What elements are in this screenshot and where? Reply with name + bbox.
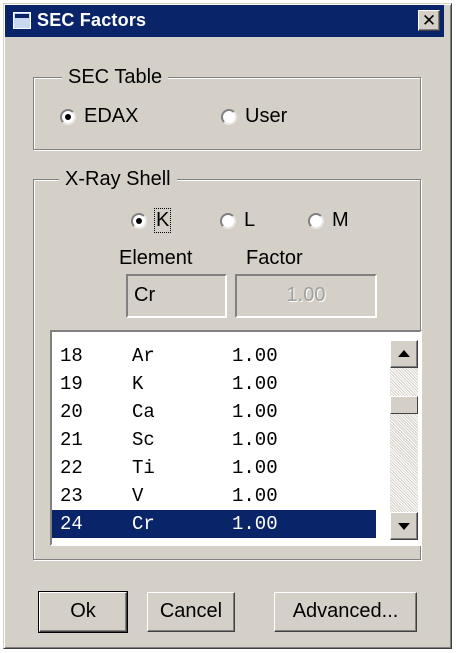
radio-user-label: User xyxy=(245,105,288,127)
list-item[interactable]: 20 Ca 1.00 xyxy=(52,398,376,426)
cancel-button[interactable]: Cancel xyxy=(147,592,235,632)
arrow-down-icon xyxy=(398,523,410,530)
list-item[interactable]: 23 V 1.00 xyxy=(52,482,376,510)
radio-shell-l[interactable]: L xyxy=(220,209,255,232)
window-title: SEC Factors xyxy=(37,10,147,30)
row-factor: 1.00 xyxy=(232,345,278,367)
radio-shell-l-indicator[interactable] xyxy=(220,212,236,229)
list-item[interactable]: 21 Sc 1.00 xyxy=(52,426,376,454)
advanced-button[interactable]: Advanced... xyxy=(274,592,417,632)
close-button[interactable]: ✕ xyxy=(418,10,440,31)
scroll-thumb[interactable] xyxy=(390,396,418,414)
row-element-symbol: Ti xyxy=(132,457,155,479)
row-element-symbol: Sc xyxy=(132,429,155,451)
row-atomic-number: 19 xyxy=(60,373,83,395)
title-bar[interactable]: SEC Factors ✕ xyxy=(5,5,444,37)
row-factor: 1.00 xyxy=(232,457,278,479)
radio-user-indicator[interactable] xyxy=(221,108,237,125)
row-element-symbol: Ar xyxy=(132,345,155,367)
list-item[interactable]: 18 Ar 1.00 xyxy=(52,342,376,370)
list-item[interactable]: 24 Cr 1.00 xyxy=(52,510,376,538)
row-factor: 1.00 xyxy=(232,401,278,423)
radio-edax-indicator[interactable] xyxy=(60,108,76,125)
row-factor: 1.00 xyxy=(232,485,278,507)
row-element-symbol: Cr xyxy=(132,513,155,535)
radio-shell-l-label: L xyxy=(244,209,256,231)
row-element-symbol: K xyxy=(132,373,144,395)
radio-shell-k-label: K xyxy=(153,208,172,233)
radio-shell-k-indicator[interactable] xyxy=(131,212,147,229)
row-atomic-number: 24 xyxy=(60,513,83,535)
list-item[interactable]: 22 Ti 1.00 xyxy=(52,454,376,482)
element-column-label: Element xyxy=(119,247,193,269)
radio-shell-m-indicator[interactable] xyxy=(308,212,324,229)
factor-field: 1.00 xyxy=(235,274,377,318)
element-field[interactable]: Cr xyxy=(126,274,227,318)
row-atomic-number: 20 xyxy=(60,401,83,423)
sec-factors-dialog: SEC Factors ✕ SEC Table EDAX User X-Ray … xyxy=(3,3,452,649)
element-listbox[interactable]: 18 Ar 1.00 19 K 1.00 20 Ca 1.00 21 Sc 1.00 22 Ti 1.00 2… xyxy=(50,330,422,546)
radio-shell-k[interactable]: K xyxy=(131,208,172,233)
sec-table-group: SEC Table EDAX User xyxy=(33,64,421,150)
factor-column-label: Factor xyxy=(246,247,303,269)
xray-shell-legend: X-Ray Shell xyxy=(59,166,177,192)
radio-shell-m-label: M xyxy=(332,209,349,231)
element-list-rows: 18 Ar 1.00 19 K 1.00 20 Ca 1.00 21 Sc 1.00 22 Ti 1.00 2… xyxy=(52,342,376,538)
arrow-up-icon xyxy=(398,350,410,357)
radio-shell-m[interactable]: M xyxy=(308,209,349,232)
row-element-symbol: V xyxy=(132,485,144,507)
radio-edax[interactable]: EDAX xyxy=(60,105,138,128)
row-factor: 1.00 xyxy=(232,373,278,395)
vertical-scrollbar[interactable] xyxy=(390,340,418,540)
row-factor: 1.00 xyxy=(232,513,278,535)
radio-edax-label: EDAX xyxy=(84,105,139,127)
list-item[interactable]: 19 K 1.00 xyxy=(52,370,376,398)
row-atomic-number: 18 xyxy=(60,345,83,367)
window-icon xyxy=(13,12,31,29)
row-atomic-number: 21 xyxy=(60,429,83,451)
sec-table-legend: SEC Table xyxy=(62,64,169,90)
radio-user[interactable]: User xyxy=(221,105,287,128)
scroll-down-button[interactable] xyxy=(390,512,418,540)
row-atomic-number: 23 xyxy=(60,485,83,507)
row-element-symbol: Ca xyxy=(132,401,155,423)
row-factor: 1.00 xyxy=(232,429,278,451)
scroll-up-button[interactable] xyxy=(390,340,418,368)
row-atomic-number: 22 xyxy=(60,457,83,479)
ok-button[interactable]: Ok xyxy=(38,591,128,633)
